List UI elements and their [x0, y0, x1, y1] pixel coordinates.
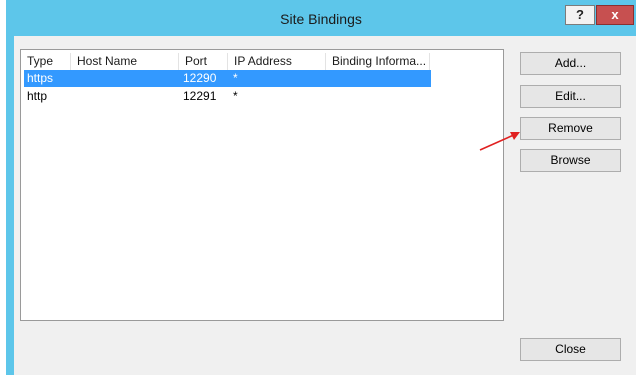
cell-host-name — [72, 88, 75, 105]
column-header-type[interactable]: Type — [21, 53, 71, 70]
list-header: Type Host Name Port IP Address Binding I… — [21, 50, 431, 70]
help-button[interactable]: ? — [565, 5, 595, 25]
column-header-host-name[interactable]: Host Name — [71, 53, 179, 70]
window-title: Site Bindings — [280, 11, 362, 27]
table-row[interactable]: https 12290 * — [24, 70, 431, 87]
column-header-port[interactable]: Port — [179, 53, 228, 70]
red-arrow-icon — [479, 132, 520, 151]
cell-port: 12291 — [183, 89, 217, 103]
cell-binding-information — [328, 70, 331, 87]
table-row[interactable]: http 12291 * — [24, 88, 431, 105]
edit-button[interactable]: Edit... — [520, 85, 621, 108]
column-header-ip-address[interactable]: IP Address — [228, 53, 326, 70]
arrow-shaft — [479, 133, 517, 151]
cell-ip-address: * — [233, 89, 238, 103]
bindings-list[interactable]: Type Host Name Port IP Address Binding I… — [20, 49, 504, 321]
cell-type: http — [27, 89, 48, 103]
site-bindings-dialog: Site Bindings ? x Type Host Name Port IP… — [6, 0, 636, 375]
add-button[interactable]: Add... — [520, 52, 621, 75]
cell-host-name — [72, 70, 75, 87]
cell-ip-address: * — [233, 71, 238, 85]
dialog-body: Type Host Name Port IP Address Binding I… — [14, 36, 636, 375]
cell-port: 12290 — [183, 71, 217, 85]
browse-button[interactable]: Browse — [520, 149, 621, 172]
column-header-binding-information[interactable]: Binding Informa... — [326, 53, 430, 70]
remove-button[interactable]: Remove — [520, 117, 621, 140]
cell-type: https — [27, 71, 54, 85]
title-bar[interactable]: Site Bindings ? x — [6, 0, 636, 36]
close-button[interactable]: Close — [520, 338, 621, 361]
window-close-button[interactable]: x — [596, 5, 634, 25]
cell-binding-information — [328, 88, 331, 105]
